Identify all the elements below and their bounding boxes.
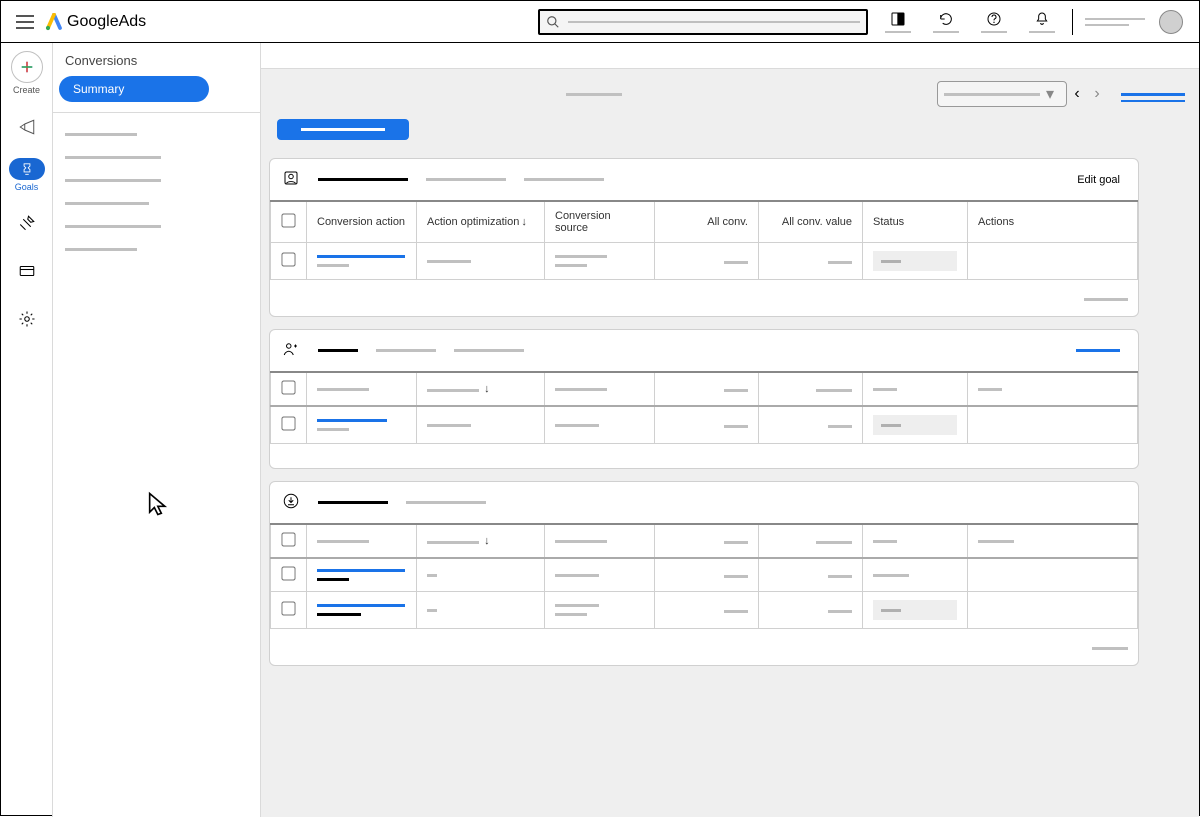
download-goal-icon	[282, 492, 300, 513]
google-ads-logo-icon	[45, 13, 63, 31]
col-status[interactable]: Status	[863, 201, 968, 243]
select-all-checkbox[interactable]	[281, 532, 295, 546]
card-tab[interactable]	[318, 178, 408, 181]
card-tab[interactable]	[318, 501, 388, 504]
sidebar-item-summary[interactable]: Summary	[59, 76, 209, 102]
col-all-conv-value[interactable]: All conv. value	[759, 201, 863, 243]
card-tab[interactable]	[524, 178, 604, 181]
card-tab[interactable]	[454, 349, 524, 352]
goal-card: ↓	[269, 329, 1139, 469]
product-logo[interactable]: Google Ads	[45, 13, 146, 31]
conversion-action-link[interactable]	[317, 255, 405, 258]
col-action-optimization[interactable]: Action optimization↓	[417, 201, 545, 243]
compare-link[interactable]	[1121, 93, 1185, 96]
sidebar-item[interactable]	[65, 133, 137, 136]
table-row	[271, 243, 1138, 280]
sidebar-item[interactable]	[65, 248, 137, 251]
goals-nav[interactable]: Goals	[5, 151, 49, 199]
date-next-button[interactable]: ›	[1087, 84, 1107, 104]
appearance-icon[interactable]	[876, 4, 920, 40]
conversion-action-link[interactable]	[317, 604, 405, 607]
create-button[interactable]: Create	[5, 49, 49, 97]
dropdown-caret-icon: ▾	[1040, 84, 1060, 104]
billing-nav[interactable]	[5, 247, 49, 295]
table-row	[271, 406, 1138, 444]
select-all-checkbox[interactable]	[281, 380, 295, 394]
purchase-goal-icon	[282, 169, 300, 190]
status-chip	[873, 251, 957, 271]
sort-desc-icon: ↓	[484, 535, 490, 547]
refresh-icon[interactable]	[924, 4, 968, 40]
row-checkbox[interactable]	[281, 601, 295, 615]
edit-goal-link[interactable]: Edit goal	[1077, 174, 1120, 186]
product-name-b: Ads	[119, 13, 147, 31]
sidebar-item[interactable]	[65, 225, 161, 228]
user-avatar[interactable]	[1159, 10, 1183, 34]
conversion-action-link[interactable]	[317, 419, 387, 422]
select-all-checkbox[interactable]	[281, 213, 295, 227]
notifications-icon[interactable]	[1020, 4, 1064, 40]
hamburger-icon[interactable]	[9, 6, 41, 38]
product-name-a: Google	[67, 13, 119, 31]
tools-nav[interactable]	[5, 199, 49, 247]
sort-desc-icon: ↓	[484, 383, 490, 395]
card-tab[interactable]	[406, 501, 486, 504]
sidebar-item[interactable]	[65, 179, 161, 182]
row-checkbox[interactable]	[281, 566, 295, 580]
conversion-action-link[interactable]	[317, 569, 405, 572]
breadcrumb: Conversions	[53, 43, 260, 74]
cursor-icon	[145, 490, 173, 521]
help-icon[interactable]	[972, 4, 1016, 40]
card-tab[interactable]	[426, 178, 506, 181]
status-chip	[873, 415, 957, 435]
edit-goal-link[interactable]	[1076, 349, 1120, 352]
card-tab[interactable]	[318, 349, 358, 352]
account-label[interactable]	[1085, 18, 1145, 26]
leads-goal-icon	[282, 340, 300, 361]
goal-card: Edit goal Conversion action Action optim…	[269, 158, 1139, 317]
table-row	[271, 592, 1138, 629]
table-row	[271, 558, 1138, 592]
goal-card: ↓	[269, 481, 1139, 666]
date-prev-button[interactable]: ‹	[1067, 84, 1087, 104]
campaigns-nav[interactable]	[5, 103, 49, 151]
row-checkbox[interactable]	[281, 252, 295, 266]
scope-label	[566, 93, 622, 96]
table-footer-link[interactable]	[1092, 647, 1128, 650]
card-tab[interactable]	[376, 349, 436, 352]
admin-nav[interactable]	[5, 295, 49, 343]
col-conversion-source[interactable]: Conversion source	[545, 201, 655, 243]
date-range-picker[interactable]: ▾	[937, 81, 1067, 107]
col-conversion-action[interactable]: Conversion action	[307, 201, 417, 243]
row-checkbox[interactable]	[281, 416, 295, 430]
col-all-conv[interactable]: All conv.	[655, 201, 759, 243]
col-actions[interactable]: Actions	[968, 201, 1138, 243]
status-chip	[873, 600, 957, 620]
new-conversion-action-button[interactable]	[277, 119, 409, 140]
search-input[interactable]	[538, 9, 868, 35]
search-icon	[546, 15, 560, 29]
table-footer-link[interactable]	[1084, 298, 1128, 301]
sidebar-item[interactable]	[65, 156, 161, 159]
sort-desc-icon: ↓	[521, 216, 527, 228]
sidebar-item[interactable]	[65, 202, 149, 205]
